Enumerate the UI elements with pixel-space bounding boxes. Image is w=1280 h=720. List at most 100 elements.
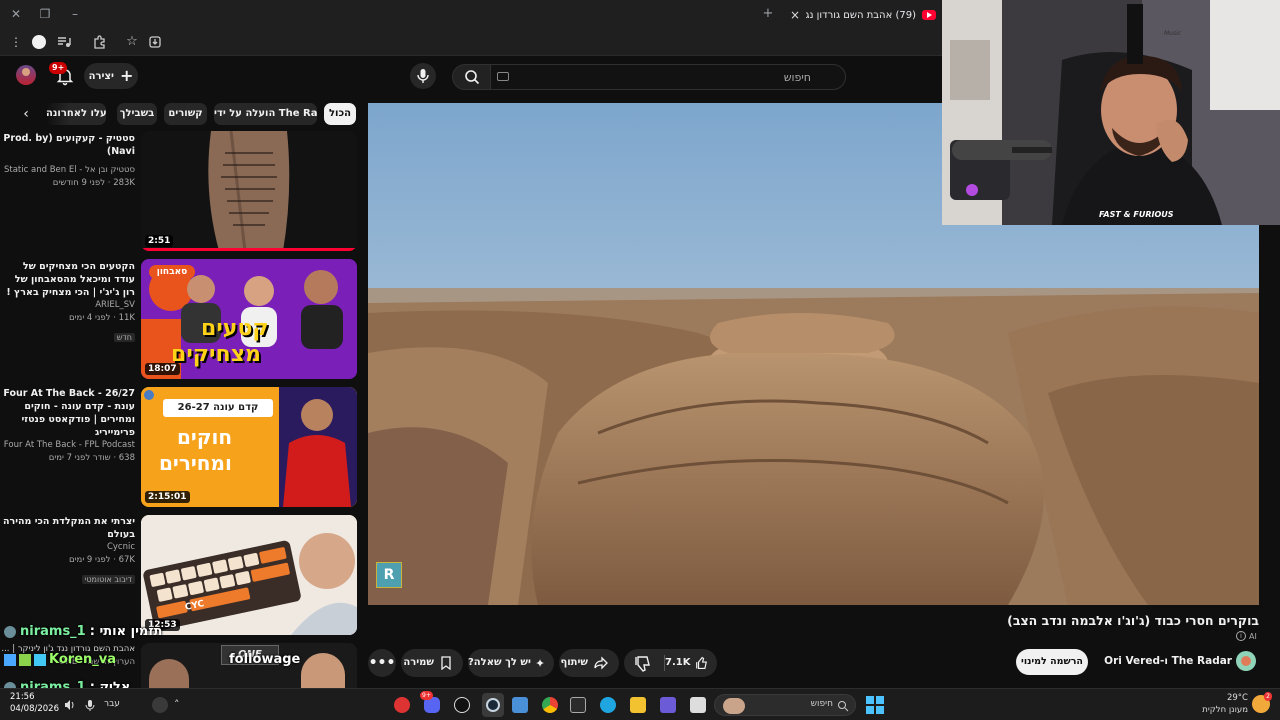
sidebar-item-title: יצרתי את המקלדת הכי מהירה בעולם [2, 516, 135, 540]
chip-for-you[interactable]: בשבילך [117, 103, 157, 125]
sidebar-item-2-meta[interactable]: הקטעים הכי מצחיקים של עודד ומיכאל מהסאבח… [0, 260, 138, 344]
taskbar-search-icon [838, 701, 849, 712]
wall-sign-text: Music [1164, 30, 1182, 37]
new-badge: חדש [113, 333, 135, 342]
sidebar-item-stats: 283K · לפני 9 חודשים [52, 178, 135, 188]
weather-badge: 2 [1264, 692, 1272, 701]
save-button[interactable]: שמירה [401, 649, 463, 677]
share-icon [594, 656, 608, 670]
keyboard-photo-graphic [141, 515, 357, 635]
video-title: בוקרים חסרי כבוד (ג'וג'ו אלבמה ונדב הצב) [1007, 613, 1259, 628]
screen: ✕ ❐ – + (79) אהבת השם גורדון נגד ג'ון ל … [0, 0, 1280, 720]
thumbs-down-icon [635, 656, 650, 672]
account-avatar[interactable] [16, 65, 36, 85]
like-dislike-group: 7.1K [624, 649, 717, 677]
photos-app-icon[interactable] [512, 697, 528, 713]
keyboard-icon[interactable] [497, 72, 509, 81]
search-input[interactable]: חיפוש [490, 64, 846, 90]
steam-icon-active[interactable] [482, 693, 504, 717]
taskbar-search[interactable]: חיפוש [714, 694, 856, 716]
dislike-button[interactable] [624, 649, 664, 677]
channel-watermark[interactable]: R [376, 562, 402, 588]
clock[interactable]: 21:56 04/08/2026 [10, 691, 59, 715]
notifications-count-badge: 9+ [49, 62, 68, 74]
plus-icon: + [119, 66, 134, 85]
thumbnail-season-label: קדם עונה 26-27 [163, 399, 273, 417]
app-icon-white[interactable] [690, 697, 706, 713]
tray-app-icon[interactable] [152, 697, 168, 713]
create-button[interactable]: + יצירה [84, 63, 138, 89]
obs-icon[interactable] [454, 697, 470, 713]
weather-widget[interactable]: 29°C מעונן חלקית [1198, 692, 1248, 716]
profile-icon[interactable] [32, 35, 46, 49]
notifications-bell-icon[interactable]: 9+ [49, 62, 75, 86]
share-button[interactable]: שיתוף [559, 649, 619, 677]
install-app-icon[interactable] [147, 34, 163, 50]
more-actions-button[interactable]: ••• [368, 649, 396, 677]
thumbnail-4[interactable]: CYC 12:53 [141, 515, 357, 635]
app-icon-purple[interactable] [660, 697, 676, 713]
verified-badge-icon [4, 625, 16, 638]
media-control-icon[interactable] [56, 34, 72, 50]
ask-button[interactable]: יש לך שאלה? [468, 649, 554, 677]
chat-username: Koren_va [49, 652, 117, 667]
new-tab-button[interactable]: + [760, 6, 776, 22]
microphone-tray-icon[interactable] [84, 699, 96, 711]
chip-uploaded-by[interactable]: הועלה על ידי The Radar [214, 103, 317, 125]
like-button[interactable]: 7.1K [665, 649, 717, 677]
save-label: שמירה [403, 657, 434, 668]
tab-title: (79) אהבת השם גורדון נגד ג'ון ל [806, 9, 916, 21]
search-button[interactable] [452, 64, 492, 90]
subscribe-button[interactable]: הרשמה למינוי [1016, 649, 1088, 675]
menu-dots-icon[interactable]: ⋮ [8, 34, 24, 50]
video-duration: 18:07 [145, 363, 180, 375]
sidebar-item-3-meta[interactable]: Four At The Back - 26/27 עונת - קדם עונה… [0, 387, 138, 465]
search-label: חיפוש [810, 699, 833, 709]
sidebar-item-channel: סטטיק ובן אל - Static and Ben El [4, 165, 135, 175]
extensions-icon[interactable] [92, 34, 108, 50]
info-icon[interactable]: i [1236, 631, 1246, 641]
ai-label: AI i [1236, 631, 1257, 641]
weather-icon[interactable]: 2 [1252, 692, 1272, 713]
chat-message-2: Koren_va followage [4, 652, 300, 667]
sidebar-item-4-meta[interactable]: יצרתי את המקלדת הכי מהירה בעולם Cycnic 6… [0, 515, 138, 586]
thumbnail-1[interactable]: 2:51 [141, 131, 357, 251]
chrome-icon[interactable] [542, 697, 558, 713]
browser-tab[interactable]: (79) אהבת השם גורדון נגד ג'ון ל × [780, 2, 942, 28]
windows-start-icon[interactable] [866, 696, 884, 714]
close-window-icon[interactable]: ✕ [8, 6, 24, 22]
tattoo-back-image [141, 131, 357, 251]
edge-icon[interactable] [600, 697, 616, 713]
more-dots-icon: ••• [368, 655, 396, 671]
channel-avatar[interactable] [1236, 651, 1256, 671]
close-tab-icon[interactable]: × [790, 8, 800, 22]
chat-message: followage [229, 652, 301, 667]
chip-all[interactable]: הכול [324, 103, 356, 125]
chip-related[interactable]: קשורים [164, 103, 207, 125]
voice-search-button[interactable] [410, 63, 436, 89]
chips-scroll-left-icon[interactable]: ‹ [18, 106, 34, 122]
channel-name[interactable]: The Radar ו-Ori Vered [1104, 655, 1232, 667]
minimize-window-icon[interactable]: – [67, 6, 83, 22]
store-icon[interactable] [570, 697, 586, 713]
show-hidden-icons-icon[interactable]: ˄ [174, 698, 180, 711]
file-explorer-icon[interactable] [630, 697, 646, 713]
sidebar-item-stats: 67K · לפני 9 ימים [69, 555, 135, 565]
app-icon-red[interactable] [394, 697, 410, 713]
video-duration: 2:51 [145, 235, 174, 247]
badge-icon [34, 653, 46, 666]
volume-icon[interactable] [64, 699, 76, 711]
ai-text: AI [1249, 631, 1257, 641]
thumbnail-2[interactable]: סאבחון קטעים מצחיקים 18:07 [141, 259, 357, 379]
language-indicator[interactable]: עבר [104, 699, 120, 709]
streamer-webcam-image [942, 0, 1280, 225]
sidebar-item-1-meta[interactable]: סטטיק - קעקועים (Prod. by Navi) סטטיק וב… [0, 132, 138, 190]
thumbnail-3[interactable]: קדם עונה 26-27 חוקים ומחירים 2:15:01 [141, 387, 357, 507]
restore-window-icon[interactable]: ❐ [37, 6, 53, 22]
badge-icon [19, 653, 31, 666]
chip-recent[interactable]: הועלו לאחרונה [46, 103, 106, 125]
bookmark-star-icon[interactable]: ☆ [124, 34, 140, 50]
discord-icon[interactable]: 9+ [420, 691, 440, 713]
share-label: שיתוף [560, 657, 588, 668]
shirt-logo-text: FAST & FURIOUS [1099, 210, 1174, 219]
